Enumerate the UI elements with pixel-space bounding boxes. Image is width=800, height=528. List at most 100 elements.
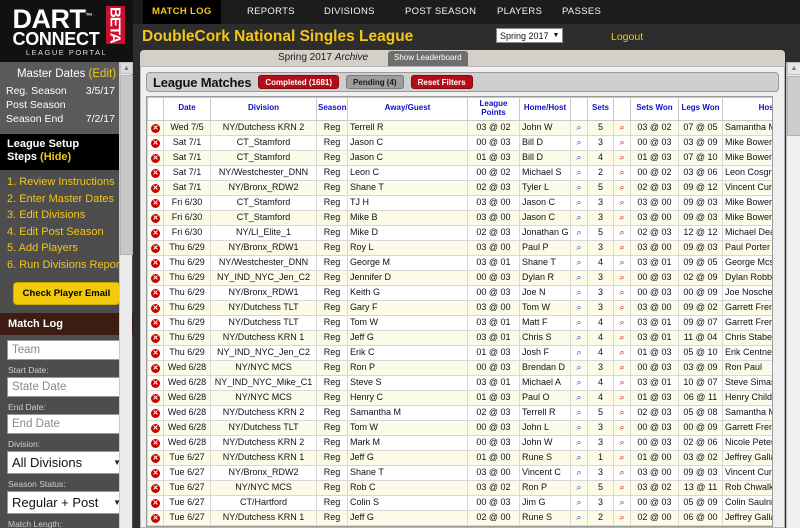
magnifier-icon[interactable]: ⌕ <box>619 347 624 357</box>
delete-match-cell[interactable]: ✕ <box>147 239 164 256</box>
col-home-host[interactable]: Home/Host <box>519 97 571 121</box>
setup-step-5[interactable]: 5. Add Players <box>7 240 133 257</box>
magnifier-icon[interactable]: ⌕ <box>576 272 581 282</box>
magnifier-icon[interactable]: ⌕ <box>619 182 624 192</box>
table-row[interactable]: ✕ Thu 6/29 NY/Dutchess TLT Reg Tom W 03 @ 01 M… <box>147 314 772 331</box>
magnifier-icon[interactable]: ⌕ <box>576 257 581 267</box>
table-row[interactable]: ✕ Sat 7/1 CT_Stamford Reg Jason C 01 @ 03 Bill… <box>147 149 772 166</box>
magnifier-icon[interactable]: ⌕ <box>576 497 581 507</box>
view-home-cell[interactable]: ⌕ <box>613 479 631 496</box>
view-away-cell[interactable]: ⌕ <box>570 134 588 151</box>
view-home-cell[interactable]: ⌕ <box>613 359 631 376</box>
magnifier-icon[interactable]: ⌕ <box>619 122 624 132</box>
view-home-cell[interactable]: ⌕ <box>613 209 631 226</box>
view-away-cell[interactable]: ⌕ <box>570 314 588 331</box>
delete-match-cell[interactable]: ✕ <box>147 524 164 526</box>
delete-icon[interactable]: ✕ <box>151 319 160 329</box>
delete-match-cell[interactable]: ✕ <box>147 404 164 421</box>
magnifier-icon[interactable]: ⌕ <box>576 437 581 447</box>
nav-item-reports[interactable]: REPORTS <box>238 0 304 24</box>
delete-match-cell[interactable]: ✕ <box>147 344 164 361</box>
magnifier-icon[interactable]: ⌕ <box>619 212 624 222</box>
view-away-cell[interactable]: ⌕ <box>570 524 588 526</box>
view-home-cell[interactable]: ⌕ <box>613 224 631 241</box>
view-home-cell[interactable]: ⌕ <box>613 314 631 331</box>
show-leaderboard-tab[interactable]: Show Leaderboard <box>388 51 468 66</box>
view-away-cell[interactable]: ⌕ <box>570 239 588 256</box>
view-away-cell[interactable]: ⌕ <box>570 284 588 301</box>
setup-step-4[interactable]: 4. Edit Post Season <box>7 224 133 241</box>
magnifier-icon[interactable]: ⌕ <box>619 467 624 477</box>
magnifier-icon[interactable]: ⌕ <box>576 347 581 357</box>
view-away-cell[interactable]: ⌕ <box>570 389 588 406</box>
table-row[interactable]: ✕ Sat 7/1 NY/Westchester_DNN Reg Leon C 00 @ … <box>147 164 772 181</box>
nav-item-players[interactable]: PLAYERS <box>488 0 551 24</box>
nav-item-post-season[interactable]: POST SEASON <box>396 0 485 24</box>
table-row[interactable]: ✕ Fri 6/30 CT_Stamford Reg Mike B 03 @ 00 Jaso… <box>147 209 772 226</box>
season-status-select[interactable]: Regular + Post ▼ <box>7 491 126 515</box>
table-row[interactable]: ✕ Thu 6/29 NY_IND_NYC_Jen_C2 Reg Erik C 01 @ … <box>147 344 772 361</box>
main-scroll-thumb[interactable] <box>787 76 800 136</box>
magnifier-icon[interactable]: ⌕ <box>576 152 581 162</box>
view-away-cell[interactable]: ⌕ <box>570 359 588 376</box>
view-home-cell[interactable]: ⌕ <box>613 494 631 511</box>
magnifier-icon[interactable]: ⌕ <box>576 182 581 192</box>
delete-match-cell[interactable]: ✕ <box>147 194 164 211</box>
sidebar-scrollbar[interactable]: ▲ <box>119 62 133 528</box>
delete-match-cell[interactable]: ✕ <box>147 449 164 466</box>
setup-step-3[interactable]: 3. Edit Divisions <box>7 207 133 224</box>
view-home-cell[interactable]: ⌕ <box>613 179 631 196</box>
sidebar-scroll-thumb[interactable] <box>120 75 133 255</box>
view-home-cell[interactable]: ⌕ <box>613 389 631 406</box>
table-row[interactable]: ✕ Thu 6/29 NY/Bronx_RDW1 Reg Roy L 03 @ 00 Pau… <box>147 239 772 256</box>
table-row[interactable]: ✕ Wed 6/28 NY/Dutchess TLT Reg Tom W 00 @ 03 J… <box>147 419 772 436</box>
view-home-cell[interactable]: ⌕ <box>613 134 631 151</box>
magnifier-icon[interactable]: ⌕ <box>619 407 624 417</box>
table-row[interactable]: ✕ Thu 6/29 NY/Dutchess KRN 1 Reg Jeff G 03 @ … <box>147 329 772 346</box>
start-date-input[interactable]: State Date <box>7 377 126 398</box>
magnifier-icon[interactable]: ⌕ <box>619 197 624 207</box>
delete-icon[interactable]: ✕ <box>151 439 160 449</box>
view-away-cell[interactable]: ⌕ <box>570 374 588 391</box>
delete-match-cell[interactable]: ✕ <box>147 299 164 316</box>
table-row[interactable]: ✕ Thu 6/29 NY_IND_NYC_Jen_C2 Reg Jennifer D0… <box>147 269 772 286</box>
magnifier-icon[interactable]: ⌕ <box>619 242 624 252</box>
delete-match-cell[interactable]: ✕ <box>147 479 164 496</box>
view-away-cell[interactable]: ⌕ <box>570 464 588 481</box>
delete-match-cell[interactable]: ✕ <box>147 464 164 481</box>
magnifier-icon[interactable]: ⌕ <box>619 272 624 282</box>
view-home-cell[interactable]: ⌕ <box>613 194 631 211</box>
table-row[interactable]: ✕ Tue 6/27 NY/Bronx_RDW2 Reg Shane T 03 @ 00 V… <box>147 464 772 481</box>
setup-step-6[interactable]: 6. Run Divisions Report <box>7 257 133 274</box>
magnifier-icon[interactable]: ⌕ <box>576 137 581 147</box>
delete-match-cell[interactable]: ✕ <box>147 434 164 451</box>
view-away-cell[interactable]: ⌕ <box>570 164 588 181</box>
view-home-cell[interactable]: ⌕ <box>613 299 631 316</box>
view-home-cell[interactable]: ⌕ <box>613 284 631 301</box>
delete-icon[interactable]: ✕ <box>151 124 160 134</box>
magnifier-icon[interactable]: ⌕ <box>576 167 581 177</box>
magnifier-icon[interactable]: ⌕ <box>576 212 581 222</box>
table-row[interactable]: ✕ Wed 6/28 NY/NYC MCS Reg Ron P 00 @ 03 Brenda… <box>147 359 772 376</box>
nav-item-passes[interactable]: PASSES <box>553 0 610 24</box>
magnifier-icon[interactable]: ⌕ <box>619 227 624 237</box>
magnifier-icon[interactable]: ⌕ <box>619 332 624 342</box>
table-row[interactable]: ✕ Tue 6/27 NY/NYC MCS Reg Rob C 03 @ 02 Ron P ⌕… <box>147 479 772 496</box>
magnifier-icon[interactable]: ⌕ <box>619 482 624 492</box>
view-home-cell[interactable]: ⌕ <box>613 509 631 526</box>
delete-icon[interactable]: ✕ <box>151 484 160 494</box>
delete-icon[interactable]: ✕ <box>151 499 160 509</box>
col-division[interactable]: Division <box>210 97 317 121</box>
delete-match-cell[interactable]: ✕ <box>147 374 164 391</box>
col-league-points[interactable]: League Points <box>467 97 520 121</box>
delete-match-cell[interactable]: ✕ <box>147 419 164 436</box>
delete-icon[interactable]: ✕ <box>151 424 160 434</box>
delete-icon[interactable]: ✕ <box>151 304 160 314</box>
view-away-cell[interactable]: ⌕ <box>570 179 588 196</box>
delete-icon[interactable]: ✕ <box>151 199 160 209</box>
view-away-cell[interactable]: ⌕ <box>570 449 588 466</box>
delete-match-cell[interactable]: ✕ <box>147 359 164 376</box>
view-home-cell[interactable]: ⌕ <box>613 344 631 361</box>
setup-step-2[interactable]: 2. Enter Master Dates <box>7 191 133 208</box>
delete-icon[interactable]: ✕ <box>151 334 160 344</box>
